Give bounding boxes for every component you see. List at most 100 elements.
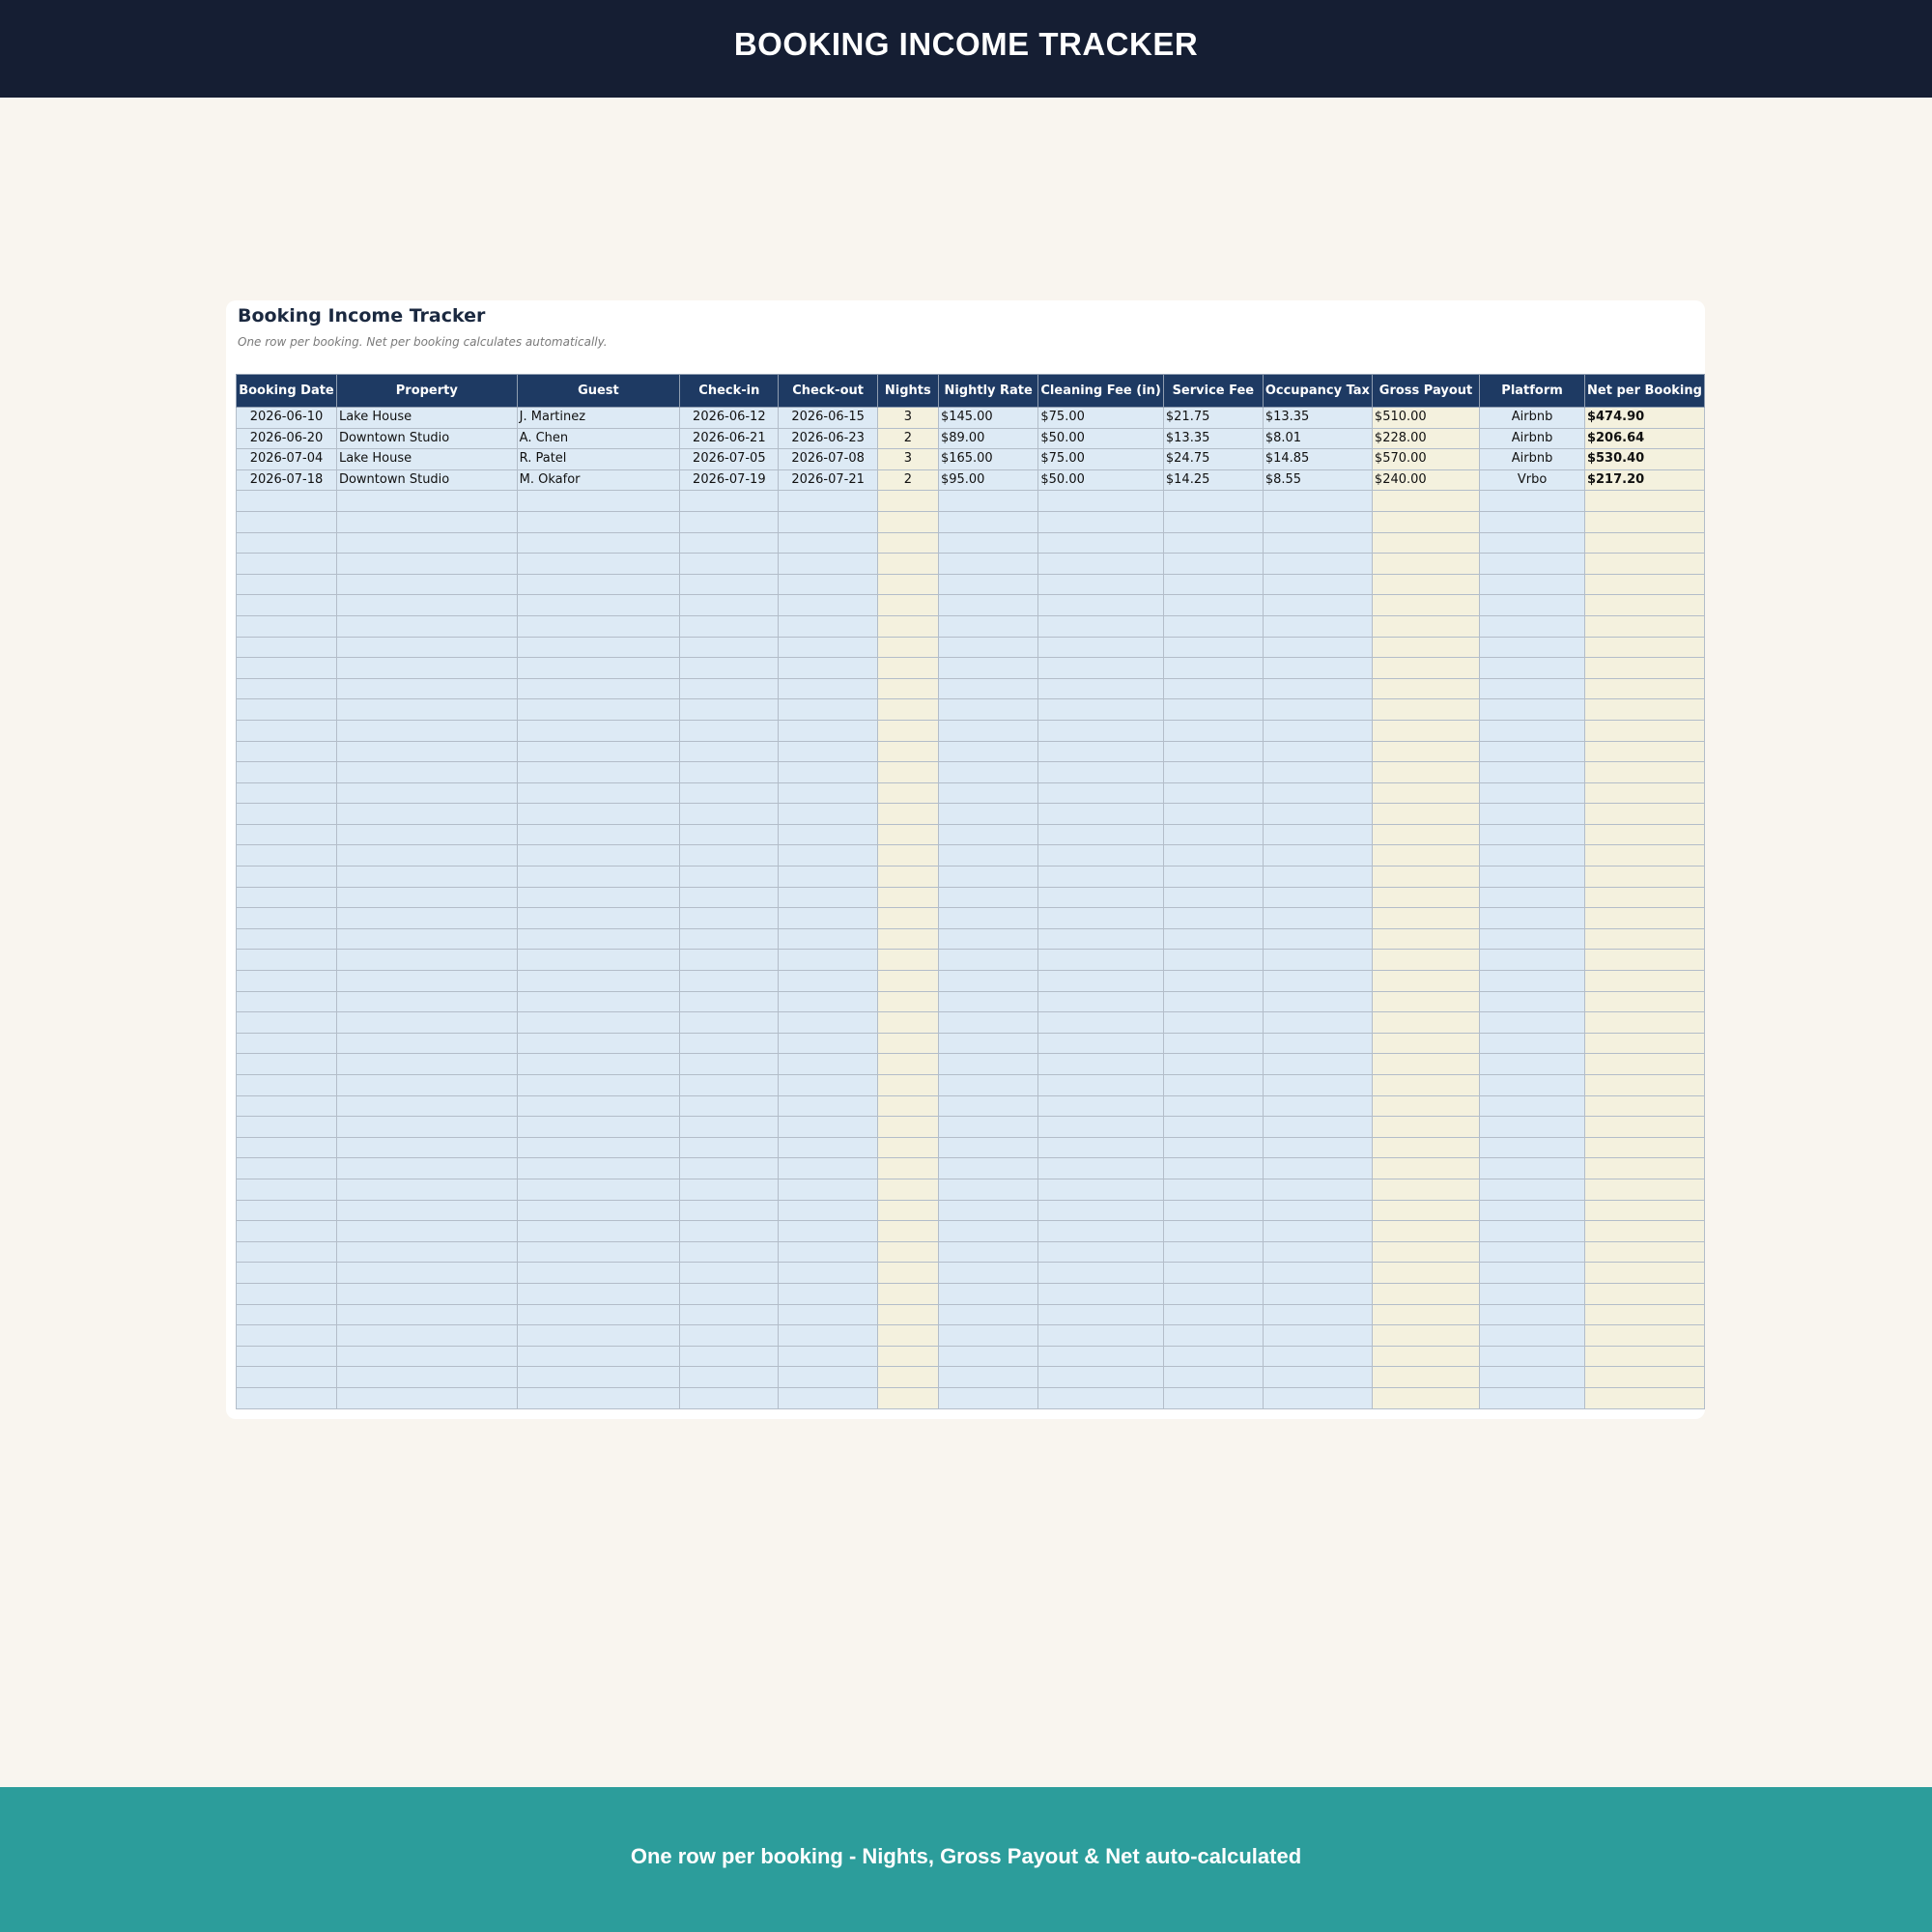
table-cell[interactable] <box>1037 803 1164 825</box>
table-cell[interactable] <box>1162 823 1264 846</box>
table-cell[interactable] <box>236 866 337 888</box>
table-cell[interactable] <box>1583 1262 1706 1284</box>
table-cell[interactable] <box>1262 761 1373 783</box>
table-cell[interactable] <box>876 781 939 805</box>
table-cell[interactable] <box>1479 1074 1585 1096</box>
table-cell[interactable] <box>679 677 780 700</box>
table-cell[interactable] <box>778 531 878 554</box>
table-cell[interactable] <box>1262 1262 1373 1284</box>
table-cell[interactable] <box>937 970 1039 992</box>
table-cell[interactable] <box>335 927 518 951</box>
table-cell[interactable] <box>335 698 518 721</box>
table-cell[interactable] <box>236 1178 337 1201</box>
table-cell[interactable] <box>778 719 878 742</box>
table-cell[interactable] <box>335 1074 518 1096</box>
table-cell[interactable] <box>876 1324 939 1347</box>
table-cell[interactable] <box>1037 636 1164 659</box>
table-cell[interactable] <box>778 677 878 700</box>
table-cell[interactable]: 2026-06-23 <box>778 427 878 450</box>
table-cell[interactable]: A. Chen <box>516 427 681 450</box>
table-cell[interactable] <box>1371 531 1481 554</box>
table-cell[interactable] <box>1371 1366 1481 1388</box>
table-cell[interactable] <box>1583 907 1706 929</box>
table-cell[interactable] <box>876 1282 939 1305</box>
table-cell[interactable] <box>679 740 780 763</box>
table-cell[interactable] <box>1262 949 1373 972</box>
table-cell[interactable] <box>778 761 878 783</box>
table-cell[interactable] <box>1037 1074 1164 1096</box>
table-cell[interactable] <box>1583 1074 1706 1096</box>
table-cell[interactable] <box>516 803 681 825</box>
table-cell[interactable] <box>1479 636 1585 659</box>
table-cell[interactable] <box>236 1199 337 1222</box>
table-cell[interactable] <box>1162 1053 1264 1075</box>
table-cell[interactable] <box>679 823 780 846</box>
table-cell[interactable]: $24.75 <box>1162 448 1264 470</box>
table-cell[interactable] <box>876 927 939 951</box>
table-cell[interactable]: 2026-07-05 <box>679 448 780 470</box>
table-cell[interactable] <box>679 1240 780 1264</box>
table-cell[interactable] <box>1262 803 1373 825</box>
table-cell[interactable] <box>236 907 337 929</box>
table-cell[interactable] <box>236 594 337 616</box>
table-cell[interactable] <box>1162 531 1264 554</box>
table-cell[interactable]: $228.00 <box>1371 427 1481 450</box>
table-cell[interactable] <box>778 594 878 616</box>
table-cell[interactable]: Airbnb <box>1479 427 1585 450</box>
table-cell[interactable] <box>1583 927 1706 951</box>
table-cell[interactable] <box>1371 1240 1481 1264</box>
table-cell[interactable] <box>1583 1386 1706 1409</box>
table-cell[interactable] <box>679 636 780 659</box>
table-cell[interactable] <box>335 1262 518 1284</box>
table-cell[interactable] <box>335 1345 518 1368</box>
table-cell[interactable] <box>1371 573 1481 596</box>
table-cell[interactable] <box>1037 866 1164 888</box>
table-cell[interactable] <box>679 1032 780 1055</box>
table-cell[interactable] <box>1583 1303 1706 1326</box>
table-cell[interactable] <box>1371 1116 1481 1138</box>
column-header[interactable]: Property <box>335 374 518 408</box>
table-cell[interactable] <box>778 657 878 679</box>
column-header[interactable]: Cleaning Fee (in) <box>1037 374 1164 408</box>
table-cell[interactable] <box>1262 970 1373 992</box>
table-cell[interactable] <box>236 803 337 825</box>
table-cell[interactable] <box>679 1303 780 1326</box>
table-cell[interactable] <box>1037 1094 1164 1118</box>
table-cell[interactable] <box>679 907 780 929</box>
table-cell[interactable] <box>1371 594 1481 616</box>
table-cell[interactable] <box>679 698 780 721</box>
table-cell[interactable] <box>236 553 337 575</box>
table-cell[interactable] <box>516 1199 681 1222</box>
table-cell[interactable] <box>1262 844 1373 867</box>
table-cell[interactable] <box>1371 761 1481 783</box>
table-cell[interactable] <box>1479 719 1585 742</box>
table-cell[interactable] <box>1262 1345 1373 1368</box>
table-cell[interactable] <box>1037 1199 1164 1222</box>
table-cell[interactable]: Downtown Studio <box>335 427 518 450</box>
table-cell[interactable] <box>1479 553 1585 575</box>
table-cell[interactable] <box>236 844 337 867</box>
table-cell[interactable]: M. Okafor <box>516 469 681 492</box>
table-cell[interactable]: $510.00 <box>1371 407 1481 429</box>
table-cell[interactable] <box>937 1199 1039 1222</box>
table-cell[interactable] <box>1371 844 1481 867</box>
table-cell[interactable] <box>679 573 780 596</box>
table-cell[interactable]: $13.35 <box>1262 407 1373 429</box>
table-cell[interactable] <box>1262 636 1373 659</box>
table-cell[interactable] <box>1583 719 1706 742</box>
table-cell[interactable] <box>1583 1199 1706 1222</box>
column-header[interactable]: Gross Payout <box>1371 374 1481 408</box>
table-cell[interactable]: $474.90 <box>1583 407 1706 429</box>
table-cell[interactable] <box>1162 719 1264 742</box>
table-cell[interactable] <box>1262 1386 1373 1409</box>
table-cell[interactable] <box>1262 1136 1373 1159</box>
table-cell[interactable] <box>1162 990 1264 1013</box>
table-cell[interactable] <box>236 1011 337 1034</box>
table-cell[interactable] <box>1162 614 1264 638</box>
table-cell[interactable] <box>937 1220 1039 1242</box>
table-cell[interactable] <box>1037 531 1164 554</box>
table-cell[interactable] <box>1479 927 1585 951</box>
table-cell[interactable] <box>236 1386 337 1409</box>
table-cell[interactable] <box>1162 1116 1264 1138</box>
table-cell[interactable] <box>937 614 1039 638</box>
